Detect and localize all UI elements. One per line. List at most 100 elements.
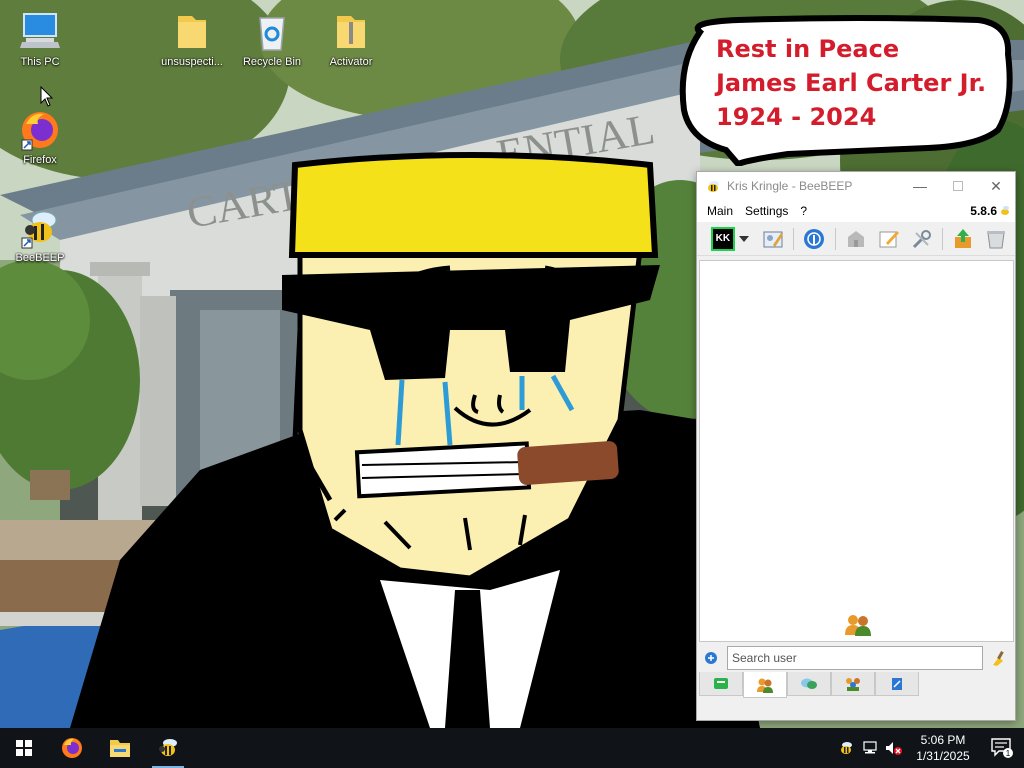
desktop-icon-label: unsuspecti... — [161, 56, 223, 68]
search-options-icon[interactable] — [703, 650, 719, 666]
tray-volume[interactable] — [882, 728, 906, 768]
network-icon — [804, 228, 825, 249]
bubble-line-1: Rest in Peace — [716, 35, 900, 63]
desktop-icon-label: This PC — [20, 56, 60, 68]
users-empty-icon — [845, 615, 871, 636]
start-icon — [16, 740, 32, 756]
share-button[interactable] — [949, 225, 977, 253]
version-text: 5.8.6 — [970, 204, 997, 218]
note-edit-button[interactable] — [875, 225, 903, 253]
taskbar: 5:06 PM 1/31/2025 1 — [0, 728, 1024, 768]
tray-network[interactable] — [858, 728, 882, 768]
status-avatar-button[interactable]: KK — [709, 225, 737, 253]
tab-files[interactable] — [875, 672, 919, 696]
trash-button[interactable] — [982, 225, 1010, 253]
maximize-button[interactable] — [939, 172, 977, 200]
start-button[interactable] — [0, 728, 48, 768]
taskbar-file-explorer[interactable] — [96, 728, 144, 768]
group-button[interactable] — [842, 225, 870, 253]
users-tab-icon — [757, 678, 773, 693]
title-bar[interactable]: Kris Kringle - BeeBEEP — ✕ — [697, 172, 1015, 200]
desktop-icon-unsuspecting[interactable]: unsuspecti... — [154, 10, 230, 68]
network-tray-icon — [863, 741, 877, 754]
user-list-panel[interactable] — [699, 260, 1014, 642]
clock-time: 5:06 PM — [920, 733, 966, 747]
network-button[interactable] — [800, 225, 828, 253]
notification-center-button[interactable]: 1 — [980, 728, 1024, 768]
toolbar-separator — [793, 227, 795, 250]
menu-settings[interactable]: Settings — [739, 204, 794, 218]
tab-chat[interactable] — [699, 672, 743, 696]
desktop-icon-label: Firefox — [23, 154, 57, 166]
groups-tab-icon — [846, 677, 860, 691]
window-title: Kris Kringle - BeeBEEP — [727, 179, 853, 193]
close-icon: ✕ — [990, 177, 1002, 194]
bubble-line-2: James Earl Carter Jr. — [716, 69, 987, 97]
toolbar-separator — [835, 227, 837, 250]
version-label[interactable]: 5.8.6 — [970, 204, 1011, 218]
desktop-icon-label: BeeBEEP — [15, 252, 65, 264]
tab-groups[interactable] — [831, 672, 875, 696]
tab-messages[interactable] — [787, 672, 831, 696]
desktop-icon-this-pc[interactable]: This PC — [2, 10, 78, 68]
edit-profile-icon — [763, 231, 783, 247]
recycle-bin-icon — [250, 10, 294, 54]
tray-beebeep[interactable] — [834, 728, 858, 768]
toolbar-separator — [942, 227, 944, 250]
desktop-icon-activator[interactable]: Activator — [313, 10, 389, 68]
beebeep-window[interactable]: Kris Kringle - BeeBEEP — ✕ Main Settings… — [696, 171, 1016, 721]
beebeep-icon — [159, 739, 177, 756]
search-user-input[interactable] — [727, 646, 983, 670]
clear-search-icon[interactable] — [989, 649, 1007, 667]
taskbar-beebeep[interactable] — [144, 728, 192, 768]
system-tray: 5:06 PM 1/31/2025 1 — [834, 728, 1024, 768]
minimize-icon: — — [913, 178, 927, 194]
desktop-icon-beebeep[interactable]: BeeBEEP — [2, 206, 78, 264]
desktop-icon-label: Recycle Bin — [242, 56, 302, 68]
maximize-icon — [953, 181, 963, 191]
notification-icon: 1 — [991, 738, 1013, 758]
desktop-icon-firefox[interactable]: Firefox — [2, 108, 78, 166]
desktop-icon-recycle-bin[interactable]: Recycle Bin — [234, 10, 310, 68]
bubble-text: Rest in Peace James Earl Carter Jr. 1924… — [716, 32, 1006, 134]
firefox-icon — [18, 108, 62, 152]
minimize-button[interactable]: — — [901, 172, 939, 200]
volume-muted-icon — [886, 742, 902, 755]
status-dropdown-button[interactable] — [737, 225, 751, 253]
menu-main[interactable]: Main — [701, 204, 739, 218]
trash-icon — [987, 230, 1006, 248]
group-icon — [848, 230, 865, 247]
beebeep-tray-icon — [841, 742, 852, 754]
desktop-icon-label: Activator — [329, 56, 373, 68]
taskbar-firefox[interactable] — [48, 728, 96, 768]
tab-users[interactable] — [743, 672, 787, 698]
menu-help[interactable]: ? — [794, 204, 813, 218]
avatar-initials: KK — [715, 233, 731, 244]
close-button[interactable]: ✕ — [977, 172, 1015, 200]
this-pc-icon — [18, 10, 62, 54]
firefox-icon — [62, 738, 82, 758]
messages-tab-icon — [801, 678, 817, 689]
tools-icon — [912, 229, 931, 248]
dropdown-arrow-icon — [738, 235, 749, 242]
search-row — [697, 645, 1015, 671]
bubble-line-3: 1924 - 2024 — [716, 103, 877, 131]
files-tab-icon — [892, 677, 902, 690]
bee-small-icon — [1001, 206, 1009, 215]
kk-avatar-icon: KK — [710, 226, 735, 251]
file-explorer-icon — [110, 740, 130, 757]
mouse-cursor-icon — [40, 86, 54, 107]
edit-profile-button[interactable] — [759, 225, 787, 253]
bottom-tabs — [697, 672, 919, 698]
notification-count: 1 — [1006, 749, 1011, 758]
folder-icon — [170, 10, 214, 54]
clock-date: 1/31/2025 — [916, 749, 970, 763]
toolbar: KK — [697, 222, 1015, 256]
menu-bar: Main Settings ? 5.8.6 — [697, 200, 1015, 222]
zip-folder-icon — [329, 10, 373, 54]
beebeep-app-icon — [708, 181, 719, 192]
clock[interactable]: 5:06 PM 1/31/2025 — [906, 732, 980, 764]
beebeep-icon — [18, 206, 62, 250]
share-icon — [955, 228, 972, 248]
tools-button[interactable] — [908, 225, 936, 253]
